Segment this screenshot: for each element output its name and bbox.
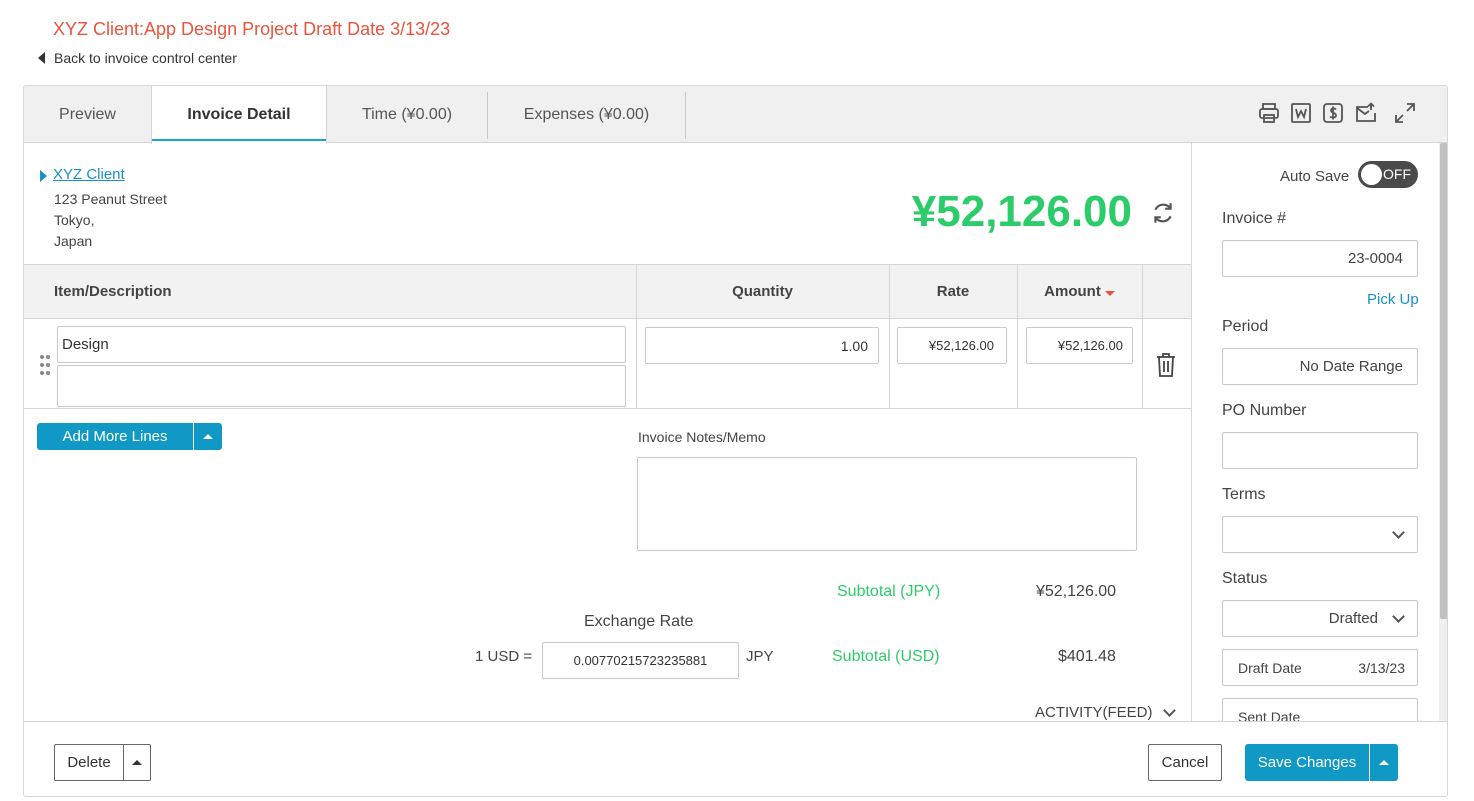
tab-preview[interactable]: Preview <box>24 86 151 143</box>
column-header-amount[interactable]: Amount <box>1017 265 1142 318</box>
tab-bar: Preview Invoice Detail Time (¥0.00) Expe… <box>24 86 1447 144</box>
status-label: Status <box>1222 570 1268 587</box>
subtotal-jpy-label: Subtotal (JPY) <box>837 583 941 600</box>
trash-icon[interactable] <box>1155 352 1177 378</box>
footer-bar: Delete Cancel Save Changes <box>24 721 1447 796</box>
row-divider <box>24 408 1192 409</box>
expand-icon[interactable] <box>1392 100 1418 126</box>
delete-button[interactable]: Delete <box>54 744 124 781</box>
column-header-item: Item/Description <box>54 283 172 300</box>
period-label: Period <box>1222 318 1269 335</box>
chevron-down-icon <box>1392 526 1405 539</box>
tab-invoice-detail[interactable]: Invoice Detail <box>151 86 327 144</box>
item-description-input[interactable] <box>57 365 626 407</box>
column-header-rate[interactable]: Rate <box>889 265 1017 318</box>
client-address-line: 123 Peanut Street <box>54 191 167 207</box>
column-divider <box>889 264 890 409</box>
po-number-label: PO Number <box>1222 402 1307 419</box>
draft-date-field[interactable]: Draft Date 3/13/23 <box>1222 649 1418 686</box>
auto-save-label: Auto Save <box>1280 168 1350 185</box>
auto-save-toggle[interactable]: OFF <box>1358 161 1418 188</box>
subtotal-usd-value: $401.48 <box>1058 648 1116 665</box>
invoice-total: ¥52,126.00 <box>911 187 1132 236</box>
invoice-sidebar: Auto Save OFF Invoice # 23-0004 Pick Up … <box>1191 143 1447 721</box>
client-address-line: Tokyo, <box>54 212 95 228</box>
email-send-icon[interactable] <box>1353 100 1379 126</box>
notes-textarea[interactable] <box>637 457 1137 551</box>
add-more-lines-button[interactable]: Add More Lines <box>37 423 193 450</box>
invoice-number-input[interactable]: 23-0004 <box>1222 240 1418 277</box>
caret-up-icon <box>132 760 142 765</box>
pick-up-link[interactable]: Pick Up <box>1367 291 1419 308</box>
rate-input[interactable]: ¥52,126.00 <box>897 327 1007 364</box>
drag-handle-icon[interactable] <box>39 354 51 376</box>
sidebar-scrollbar[interactable] <box>1439 143 1447 721</box>
activity-feed-toggle[interactable]: ACTIVITY(FEED) <box>1035 704 1176 721</box>
status-select[interactable]: Drafted <box>1222 600 1418 637</box>
client-link[interactable]: XYZ Client <box>53 166 125 183</box>
printer-icon[interactable] <box>1256 100 1282 126</box>
exchange-currency: JPY <box>746 648 774 665</box>
tab-time[interactable]: Time (¥0.00) <box>327 86 487 143</box>
refresh-icon[interactable] <box>1150 200 1176 226</box>
delete-menu-button[interactable] <box>123 744 151 781</box>
add-lines-menu-button[interactable] <box>194 423 222 450</box>
chevron-down-icon <box>1392 610 1405 623</box>
sent-date-field[interactable]: Sent Date <box>1222 698 1418 721</box>
sort-desc-icon <box>1104 291 1115 296</box>
caret-left-icon <box>38 52 45 64</box>
caret-right-icon <box>40 170 47 182</box>
save-menu-button[interactable] <box>1370 744 1398 781</box>
period-input[interactable]: No Date Range <box>1222 348 1418 385</box>
toggle-state: OFF <box>1383 166 1411 182</box>
notes-label: Invoice Notes/Memo <box>638 429 766 445</box>
invoice-detail-main: XYZ Client 123 Peanut Street Tokyo, Japa… <box>24 143 1192 721</box>
quantity-input[interactable]: 1.00 <box>645 327 879 364</box>
column-divider <box>1142 264 1143 409</box>
word-export-icon[interactable] <box>1288 100 1314 126</box>
page-title: XYZ Client:App Design Project Draft Date… <box>53 19 451 39</box>
caret-up-icon <box>1379 760 1389 765</box>
back-link[interactable]: Back to invoice control center <box>38 50 237 66</box>
payment-icon[interactable] <box>1320 100 1346 126</box>
toggle-knob <box>1361 164 1382 185</box>
scrollbar-thumb[interactable] <box>1440 143 1447 619</box>
tab-divider <box>685 92 686 139</box>
exchange-rate-label: Exchange Rate <box>584 613 694 630</box>
cancel-button[interactable]: Cancel <box>1148 744 1222 781</box>
amount-input[interactable]: ¥52,126.00 <box>1026 327 1133 364</box>
caret-up-icon <box>203 434 213 439</box>
column-divider <box>1017 264 1018 409</box>
save-changes-button[interactable]: Save Changes <box>1245 744 1369 781</box>
chevron-down-icon <box>1162 704 1176 717</box>
tab-expenses[interactable]: Expenses (¥0.00) <box>488 86 685 143</box>
invoice-panel: Preview Invoice Detail Time (¥0.00) Expe… <box>23 85 1448 797</box>
back-link-label: Back to invoice control center <box>54 50 237 66</box>
item-name-input[interactable]: Design <box>57 326 626 363</box>
po-number-input[interactable] <box>1222 432 1418 469</box>
invoice-number-label: Invoice # <box>1222 210 1287 227</box>
terms-label: Terms <box>1222 486 1266 503</box>
subtotal-usd-label: Subtotal (USD) <box>832 648 940 665</box>
column-header-quantity[interactable]: Quantity <box>636 265 889 318</box>
terms-select[interactable] <box>1222 516 1418 553</box>
client-address-line: Japan <box>54 233 93 249</box>
subtotal-jpy-value: ¥52,126.00 <box>1036 583 1117 600</box>
exchange-lhs: 1 USD = <box>475 648 533 665</box>
exchange-rate-input[interactable]: 0.00770215723235881 <box>542 642 739 679</box>
column-divider <box>636 264 637 409</box>
